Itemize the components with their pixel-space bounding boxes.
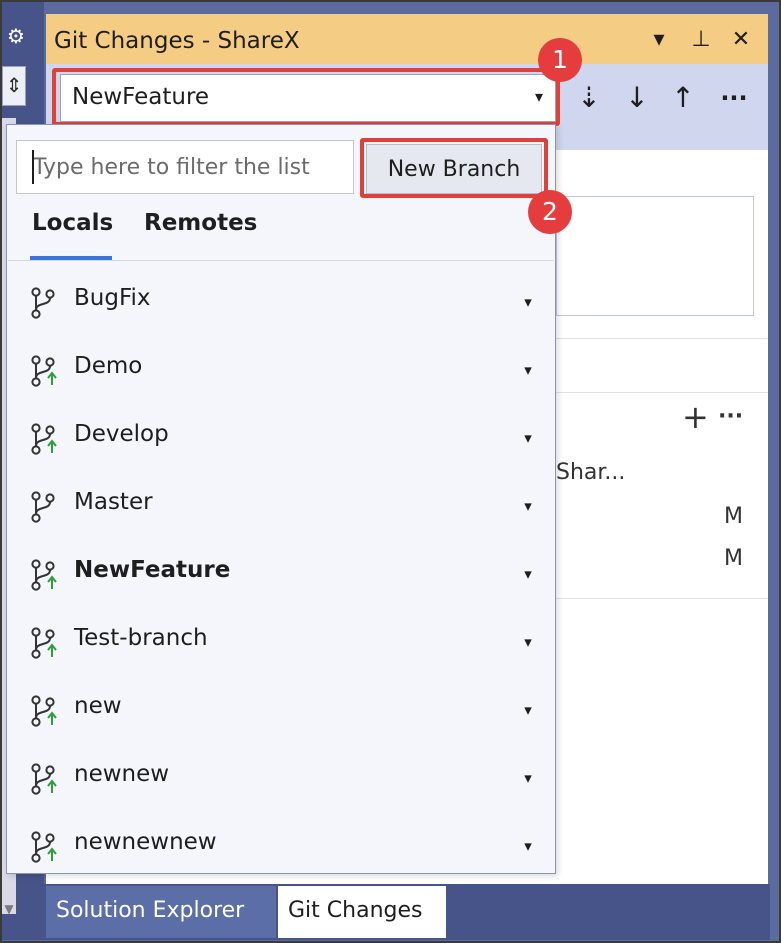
- branch-label: Test-branch: [74, 625, 208, 651]
- branch-tracked-icon: [28, 354, 60, 388]
- divider: [556, 338, 768, 339]
- more-icon[interactable]: ···: [718, 404, 743, 429]
- pull-icon[interactable]: ↓: [622, 78, 652, 118]
- tab-locals[interactable]: Locals: [32, 210, 113, 236]
- gear-icon[interactable]: ⚙: [2, 22, 30, 50]
- branch-item-newnewnew[interactable]: newnewnew ▾: [8, 816, 554, 874]
- branch-item-develop[interactable]: Develop ▾: [8, 408, 554, 466]
- chevron-down-icon[interactable]: ▾: [516, 630, 540, 654]
- divider: [556, 598, 768, 599]
- chevron-down-icon[interactable]: ▾: [516, 698, 540, 722]
- branch-label: Demo: [74, 353, 143, 379]
- branch-item-new[interactable]: new ▾: [8, 680, 554, 738]
- tab-solution-explorer[interactable]: Solution Explorer: [46, 886, 276, 938]
- branch-item-demo[interactable]: Demo ▾: [8, 340, 554, 398]
- window-title: Git Changes - ShareX: [54, 28, 300, 54]
- branch-label: BugFix: [74, 285, 151, 311]
- callout-badge-1: 1: [538, 38, 582, 82]
- tab-remotes[interactable]: Remotes: [144, 210, 257, 236]
- pin-icon[interactable]: ⊥: [686, 24, 716, 56]
- status-badge: M: [724, 504, 743, 529]
- more-options-icon[interactable]: ···: [714, 78, 754, 118]
- branch-item-newfeature[interactable]: NewFeature ▾: [8, 544, 554, 602]
- branch-tracked-icon: [28, 558, 60, 592]
- branch-item-test-branch[interactable]: Test-branch ▾: [8, 612, 554, 670]
- push-icon[interactable]: ↑: [668, 78, 698, 118]
- branch-tracked-icon: [28, 626, 60, 660]
- scroll-down-icon[interactable]: ▼: [2, 902, 16, 922]
- branch-item-newnew[interactable]: newnew ▾: [8, 748, 554, 806]
- chevron-down-icon[interactable]: ▾: [516, 834, 540, 858]
- highlight-branch-selector: [52, 68, 560, 126]
- highlight-new-branch: [360, 138, 548, 198]
- tab-git-changes[interactable]: Git Changes: [278, 886, 446, 938]
- add-icon[interactable]: +: [682, 400, 709, 434]
- chevron-down-icon[interactable]: ▾: [516, 562, 540, 586]
- chevron-down-icon[interactable]: ▾: [516, 290, 540, 314]
- repo-name: Shar...: [556, 460, 626, 485]
- callout-badge-2: 2: [528, 190, 572, 234]
- chevron-down-icon[interactable]: ▾: [516, 426, 540, 450]
- fetch-icon[interactable]: ⇣: [574, 78, 604, 118]
- window-dropdown-icon[interactable]: ▾: [644, 24, 674, 56]
- branch-filter-input[interactable]: [16, 140, 354, 194]
- branch-tracked-icon: [28, 762, 60, 796]
- chevron-down-icon[interactable]: ▾: [516, 766, 540, 790]
- branch-icon: [28, 286, 60, 320]
- branch-item-bugfix[interactable]: BugFix ▾: [8, 272, 554, 330]
- branch-label: newnewnew: [74, 829, 217, 855]
- branch-label: newnew: [74, 761, 170, 787]
- branch-tracked-icon: [28, 422, 60, 456]
- commit-message-box[interactable]: [556, 196, 754, 316]
- branch-tracked-icon: [28, 694, 60, 728]
- branch-icon: [28, 490, 60, 524]
- chevron-down-icon[interactable]: ▾: [516, 494, 540, 518]
- branch-label: new: [74, 693, 122, 719]
- text-caret: [32, 150, 34, 184]
- divider: [8, 260, 554, 261]
- divider: [556, 392, 768, 393]
- chevron-down-icon[interactable]: ▾: [516, 358, 540, 382]
- branch-label: Develop: [74, 421, 169, 447]
- branch-item-master[interactable]: Master ▾: [8, 476, 554, 534]
- branch-label: NewFeature: [74, 557, 231, 583]
- close-icon[interactable]: ✕: [726, 24, 756, 56]
- branch-label: Master: [74, 489, 153, 515]
- splitter-icon[interactable]: ⇕: [2, 66, 26, 106]
- branch-tracked-icon: [28, 830, 60, 864]
- status-badge: M: [724, 546, 743, 571]
